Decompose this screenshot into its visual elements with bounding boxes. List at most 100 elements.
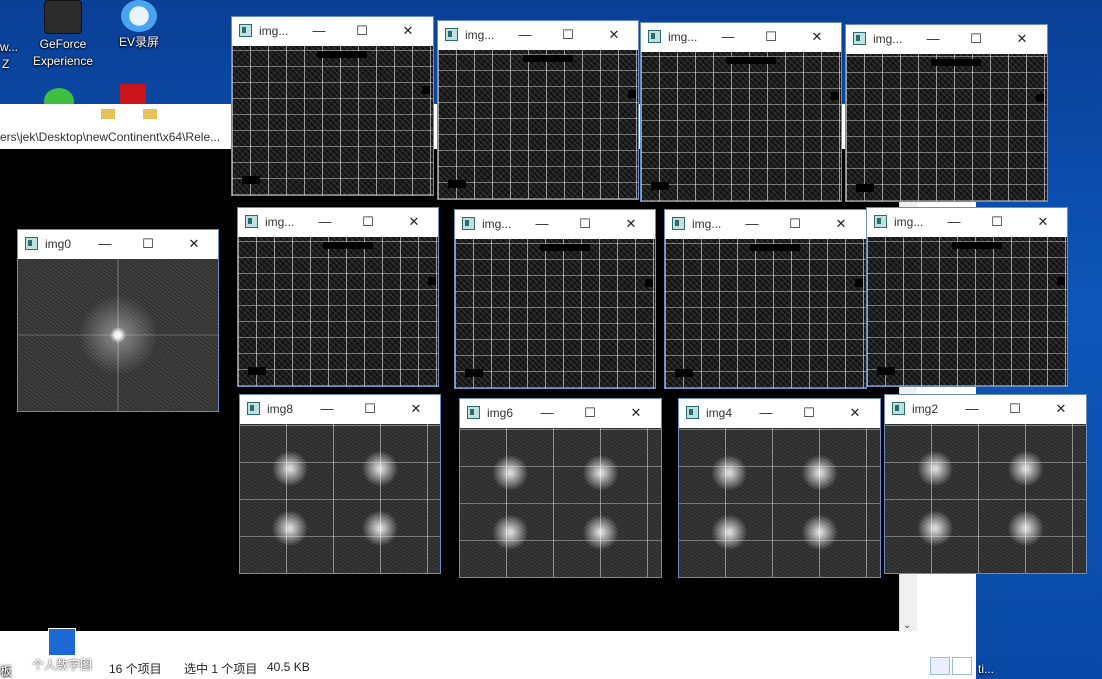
app-window-icon bbox=[462, 217, 475, 230]
window-titlebar[interactable]: img... — ☐ ✕ bbox=[455, 210, 655, 239]
maximize-icon[interactable]: ☐ bbox=[986, 212, 1008, 232]
image-window[interactable]: img... — ☐ ✕ bbox=[237, 207, 439, 387]
image-window[interactable]: img... — ☐ ✕ bbox=[437, 20, 639, 200]
close-icon[interactable]: ✕ bbox=[806, 27, 828, 47]
minimize-icon[interactable]: — bbox=[314, 212, 336, 232]
image-canvas bbox=[665, 239, 866, 388]
maximize-icon[interactable]: ☐ bbox=[557, 25, 579, 45]
folder-shortcut[interactable]: 个人数字图 bbox=[28, 628, 96, 673]
app-window-icon bbox=[467, 406, 480, 419]
maximize-icon[interactable]: ☐ bbox=[760, 27, 782, 47]
window-titlebar[interactable]: img8 — ☐ ✕ bbox=[240, 395, 440, 424]
window-titlebar[interactable]: img... — ☐ ✕ bbox=[641, 23, 841, 52]
minimize-icon[interactable]: — bbox=[531, 214, 553, 234]
image-window[interactable]: img... — ☐ ✕ bbox=[845, 24, 1048, 202]
close-icon[interactable]: ✕ bbox=[403, 212, 425, 232]
image-canvas bbox=[885, 424, 1086, 573]
maximize-icon[interactable]: ☐ bbox=[357, 212, 379, 232]
minimize-icon[interactable]: — bbox=[961, 399, 983, 419]
minimize-icon[interactable]: — bbox=[943, 212, 965, 232]
minimize-icon[interactable]: — bbox=[316, 399, 338, 419]
dark-block bbox=[323, 242, 373, 249]
maximize-icon[interactable]: ☐ bbox=[137, 234, 159, 254]
close-icon[interactable]: ✕ bbox=[405, 399, 427, 419]
close-icon[interactable]: ✕ bbox=[1032, 212, 1054, 232]
close-icon[interactable]: ✕ bbox=[844, 403, 866, 423]
image-window[interactable]: img0 — ☐ ✕ bbox=[17, 229, 219, 412]
close-icon[interactable]: ✕ bbox=[603, 25, 625, 45]
minimize-icon[interactable]: — bbox=[717, 27, 739, 47]
dark-block bbox=[952, 242, 1002, 249]
maximize-icon[interactable]: ☐ bbox=[351, 21, 373, 41]
image-window[interactable]: img... — ☐ ✕ bbox=[231, 16, 434, 196]
window-titlebar[interactable]: img... — ☐ ✕ bbox=[846, 25, 1047, 54]
window-title: img... bbox=[894, 215, 924, 229]
window-title: img... bbox=[873, 32, 903, 46]
minimize-icon[interactable]: — bbox=[308, 21, 330, 41]
window-title: img... bbox=[265, 215, 295, 229]
window-title: img... bbox=[482, 217, 512, 231]
chevron-down-icon[interactable]: ⌄ bbox=[903, 620, 911, 631]
maximize-icon[interactable]: ☐ bbox=[798, 403, 820, 423]
dark-block bbox=[675, 369, 693, 377]
app-window-icon bbox=[892, 402, 905, 415]
image-window[interactable]: img8 — ☐ ✕ bbox=[239, 394, 441, 574]
minimize-icon[interactable]: — bbox=[514, 25, 536, 45]
dark-block bbox=[831, 92, 839, 100]
image-window[interactable]: img2 — ☐ ✕ bbox=[884, 394, 1087, 574]
app-window-icon bbox=[853, 32, 866, 45]
image-window[interactable]: img6 — ☐ ✕ bbox=[459, 398, 662, 578]
close-icon[interactable]: ✕ bbox=[830, 214, 852, 234]
desktop-label-fragment: ti... bbox=[978, 662, 995, 676]
close-icon[interactable]: ✕ bbox=[620, 214, 642, 234]
window-title: img... bbox=[259, 24, 289, 38]
image-window[interactable]: img4 — ☐ ✕ bbox=[678, 398, 881, 578]
image-canvas bbox=[846, 54, 1047, 201]
maximize-icon[interactable]: ☐ bbox=[965, 29, 987, 49]
minimize-icon[interactable]: — bbox=[755, 403, 777, 423]
image-canvas bbox=[679, 428, 880, 577]
window-titlebar[interactable]: img4 — ☐ ✕ bbox=[679, 399, 880, 428]
dark-block bbox=[428, 277, 436, 285]
maximize-icon[interactable]: ☐ bbox=[359, 399, 381, 419]
image-window[interactable]: img... — ☐ ✕ bbox=[454, 209, 656, 389]
maximize-icon[interactable]: ☐ bbox=[579, 403, 601, 423]
window-title: img2 bbox=[912, 402, 939, 416]
close-icon[interactable]: ✕ bbox=[397, 21, 419, 41]
minimize-icon[interactable]: — bbox=[94, 234, 116, 254]
dark-block bbox=[1036, 94, 1044, 102]
window-titlebar[interactable]: img6 — ☐ ✕ bbox=[460, 399, 661, 428]
minimize-icon[interactable]: — bbox=[536, 403, 558, 423]
window-titlebar[interactable]: img... — ☐ ✕ bbox=[238, 208, 438, 237]
close-icon[interactable]: ✕ bbox=[625, 403, 647, 423]
image-window[interactable]: img... — ☐ ✕ bbox=[640, 22, 842, 202]
geforce-experience-shortcut[interactable]: GeForce Experience bbox=[27, 0, 99, 70]
dark-block bbox=[855, 279, 863, 287]
window-titlebar[interactable]: img... — ☐ ✕ bbox=[232, 17, 433, 46]
image-window[interactable]: img... — ☐ ✕ bbox=[866, 207, 1068, 387]
close-icon[interactable]: ✕ bbox=[183, 234, 205, 254]
close-icon[interactable]: ✕ bbox=[1011, 29, 1033, 49]
address-path: ers\jek\Desktop\newContinent\x64\Rele... bbox=[0, 130, 221, 144]
window-titlebar[interactable]: img2 — ☐ ✕ bbox=[885, 395, 1086, 424]
dark-block bbox=[422, 86, 430, 94]
maximize-icon[interactable]: ☐ bbox=[574, 214, 596, 234]
folder-icon bbox=[101, 109, 115, 119]
app-window-icon bbox=[445, 28, 458, 41]
maximize-icon[interactable]: ☐ bbox=[784, 214, 806, 234]
details-view-button[interactable] bbox=[930, 657, 950, 675]
close-icon[interactable]: ✕ bbox=[1050, 399, 1072, 419]
image-window[interactable]: img... — ☐ ✕ bbox=[664, 209, 867, 389]
dark-block bbox=[645, 279, 653, 287]
dark-block bbox=[248, 367, 266, 375]
window-titlebar[interactable]: img... — ☐ ✕ bbox=[867, 208, 1067, 237]
window-titlebar[interactable]: img... — ☐ ✕ bbox=[438, 21, 638, 50]
minimize-icon[interactable]: — bbox=[741, 214, 763, 234]
minimize-icon[interactable]: — bbox=[922, 29, 944, 49]
maximize-icon[interactable]: ☐ bbox=[1004, 399, 1026, 419]
ev-recorder-shortcut[interactable]: EV录屏 bbox=[103, 0, 175, 51]
window-titlebar[interactable]: img0 — ☐ ✕ bbox=[18, 230, 218, 259]
image-canvas bbox=[240, 424, 440, 573]
large-icons-view-button[interactable] bbox=[952, 657, 972, 675]
window-titlebar[interactable]: img... — ☐ ✕ bbox=[665, 210, 866, 239]
